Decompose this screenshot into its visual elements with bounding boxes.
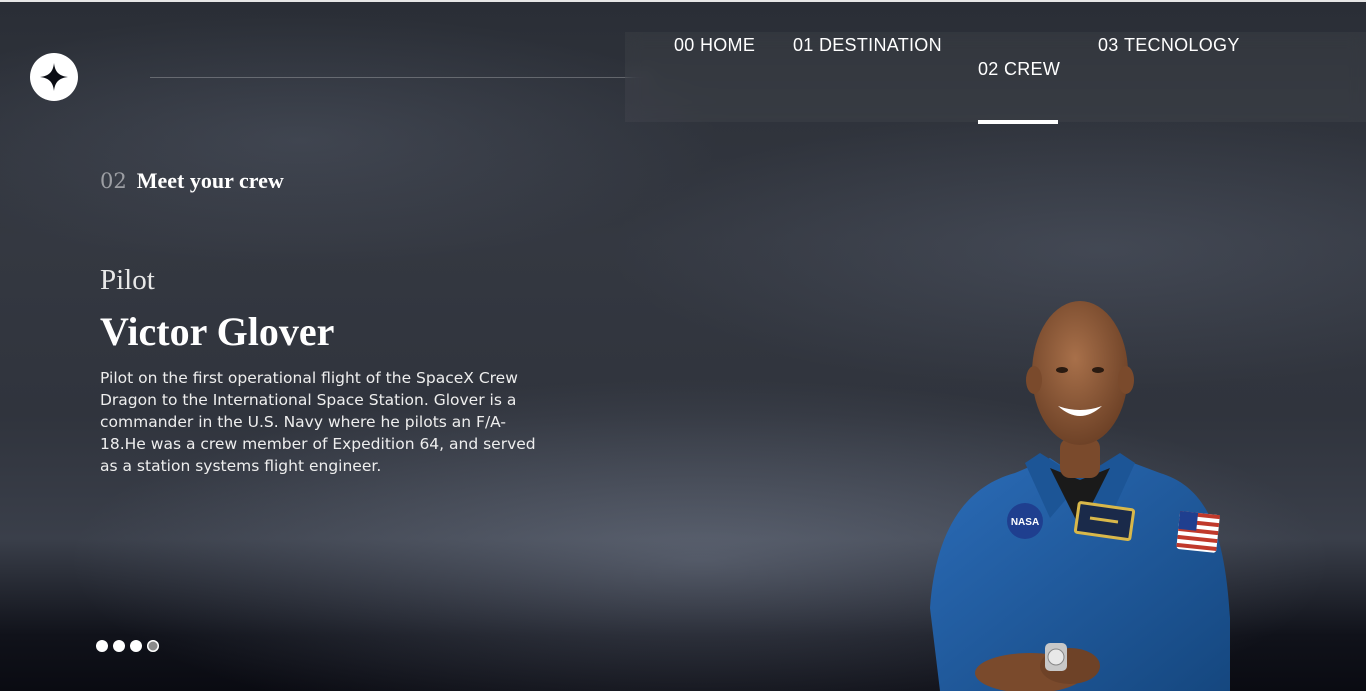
- nav-technology-number: 03: [1098, 34, 1119, 55]
- crew-bio: Pilot on the first operational flight of…: [100, 369, 536, 475]
- pagination-dot-4[interactable]: [147, 640, 159, 652]
- header-divider: [150, 77, 650, 78]
- nav-technology-label: TECNOLOGY: [1123, 34, 1240, 55]
- pagination-dot-3[interactable]: [130, 640, 142, 652]
- nasa-badge-text: NASA: [1011, 517, 1039, 528]
- nav-destination[interactable]: 01 DESTINATION: [793, 0, 942, 90]
- nav-crew-number: 02: [978, 59, 999, 79]
- nav-technology[interactable]: 03 TECNOLOGY: [1098, 0, 1240, 90]
- section-heading: 02 Meet your crew: [100, 168, 284, 194]
- nav-crew[interactable]: 02 CREW: [978, 32, 1060, 122]
- crew-name: Victor Glover: [100, 309, 335, 354]
- nav-active-indicator: [978, 120, 1058, 124]
- logo[interactable]: [30, 53, 78, 101]
- pagination-dot-2[interactable]: [113, 640, 125, 652]
- crew-portrait: NASA: [930, 301, 1230, 691]
- nav-destination-number: 01: [793, 34, 814, 55]
- section-number: 02: [100, 169, 127, 193]
- nav-home[interactable]: 00 HOME: [674, 0, 755, 90]
- crew-pagination: [96, 640, 159, 652]
- star-icon: [40, 63, 68, 91]
- nav-home-label: HOME: [699, 34, 756, 55]
- nav-home-number: 00: [674, 34, 695, 55]
- nav-crew-label: CREW: [1003, 59, 1061, 79]
- crew-role: Pilot: [100, 264, 155, 296]
- section-title: Meet your crew: [136, 168, 284, 193]
- pagination-dot-1[interactable]: [96, 640, 108, 652]
- nav-destination-label: DESTINATION: [818, 34, 942, 55]
